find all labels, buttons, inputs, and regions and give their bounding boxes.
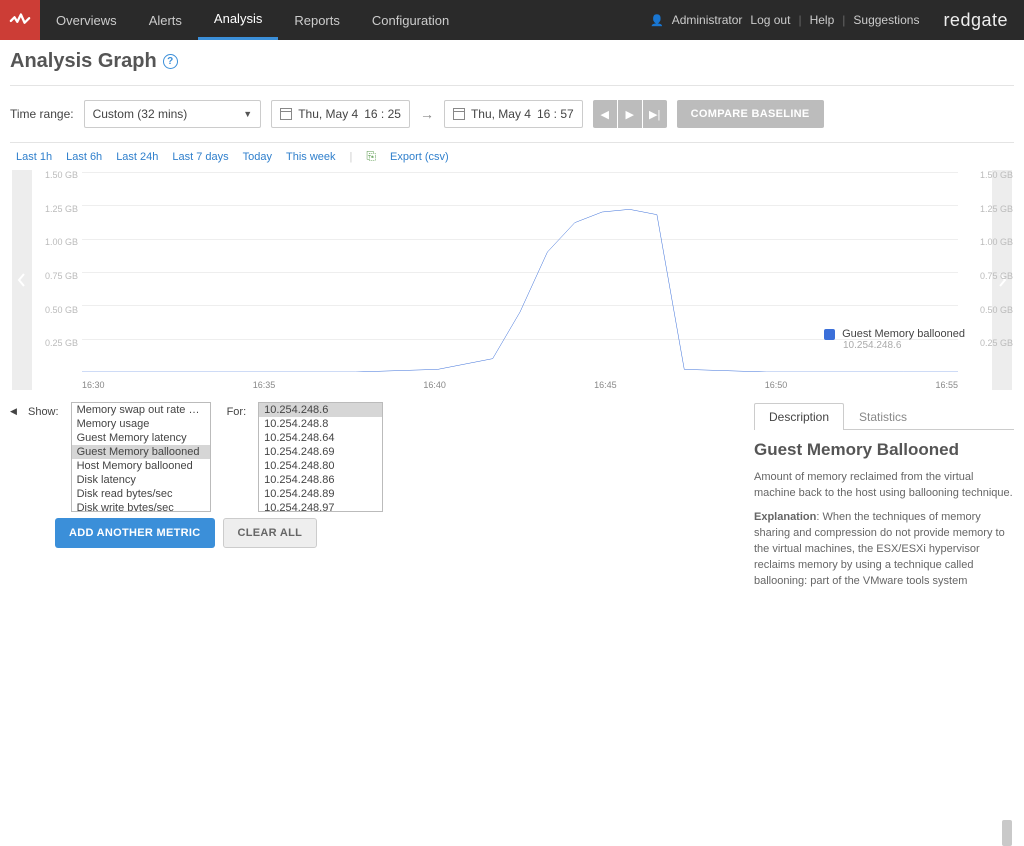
quick-link[interactable]: Today bbox=[243, 151, 272, 163]
calendar-icon bbox=[453, 108, 465, 120]
nav-item-analysis[interactable]: Analysis bbox=[198, 0, 278, 40]
host-option[interactable]: 10.254.248.6 bbox=[259, 403, 382, 417]
chart-container: 1.50 GB1.25 GB1.00 GB0.75 GB0.50 GB0.25 … bbox=[12, 170, 1012, 390]
host-option[interactable]: 10.254.248.69 bbox=[259, 445, 382, 459]
info-panel: DescriptionStatistics Guest Memory Ballo… bbox=[754, 402, 1014, 598]
y-axis-left: 1.50 GB1.25 GB1.00 GB0.75 GB0.50 GB0.25 … bbox=[38, 170, 78, 372]
compare-baseline-button[interactable]: COMPARE BASELINE bbox=[677, 100, 824, 128]
time-range-dropdown[interactable]: Custom (32 mins) ▼ bbox=[84, 100, 262, 128]
legend-swatch bbox=[824, 329, 835, 340]
show-label: Show: bbox=[28, 406, 59, 418]
calendar-icon bbox=[280, 108, 292, 120]
nav-item-alerts[interactable]: Alerts bbox=[133, 0, 198, 40]
app-header: OverviewsAlertsAnalysisReportsConfigurat… bbox=[0, 0, 1024, 40]
legend-series-name: Guest Memory ballooned bbox=[842, 328, 965, 340]
info-tab-description[interactable]: Description bbox=[754, 403, 844, 430]
host-listbox[interactable]: 10.254.248.610.254.248.810.254.248.6410.… bbox=[258, 402, 383, 512]
info-paragraph: Explanation: When the techniques of memo… bbox=[754, 510, 1014, 590]
brand-name: redgate bbox=[943, 10, 1008, 31]
to-time-value: 16 : 57 bbox=[537, 107, 574, 121]
metric-option[interactable]: Memory swap out rate bytes/sec bbox=[72, 403, 210, 417]
logout-link[interactable]: Log out bbox=[750, 13, 790, 27]
metric-listbox[interactable]: Memory swap out rate bytes/secMemory usa… bbox=[71, 402, 211, 512]
info-title: Guest Memory Ballooned bbox=[754, 440, 1014, 460]
metric-option[interactable]: Disk latency bbox=[72, 473, 210, 487]
filters-row: ◀ Show: Memory swap out rate bytes/secMe… bbox=[0, 390, 1024, 598]
nav-right: 👤 Administrator Log out | Help | Suggest… bbox=[650, 0, 1024, 40]
user-icon: 👤 bbox=[650, 14, 664, 27]
chart-scroll-left[interactable] bbox=[12, 170, 32, 390]
from-time-value: 16 : 25 bbox=[364, 107, 401, 121]
to-date-input[interactable]: Thu, May 4 16 : 57 bbox=[444, 100, 583, 128]
from-date-value: Thu, May 4 bbox=[298, 107, 358, 121]
quick-link[interactable]: Last 6h bbox=[66, 151, 102, 163]
host-option[interactable]: 10.254.248.80 bbox=[259, 459, 382, 473]
export-csv-link[interactable]: Export (csv) bbox=[390, 151, 449, 163]
to-date-value: Thu, May 4 bbox=[471, 107, 531, 121]
time-range-row: Time range: Custom (32 mins) ▼ Thu, May … bbox=[0, 86, 1024, 138]
export-icon: ⎘ bbox=[366, 149, 376, 164]
metric-option[interactable]: Memory usage bbox=[72, 417, 210, 431]
time-prev-button[interactable]: ◀ bbox=[593, 100, 617, 128]
metric-option[interactable]: Disk read bytes/sec bbox=[72, 487, 210, 501]
time-range-label: Time range: bbox=[10, 107, 74, 121]
collapse-icon[interactable]: ◀ bbox=[10, 406, 17, 417]
info-paragraph: Amount of memory reclaimed from the virt… bbox=[754, 470, 1014, 502]
metric-option[interactable]: Guest Memory ballooned bbox=[72, 445, 210, 459]
quick-link[interactable]: This week bbox=[286, 151, 336, 163]
host-option[interactable]: 10.254.248.8 bbox=[259, 417, 382, 431]
user-name[interactable]: Administrator bbox=[672, 13, 743, 27]
nav-item-configuration[interactable]: Configuration bbox=[356, 0, 465, 40]
chart-plot-area[interactable]: 1.50 GB1.25 GB1.00 GB0.75 GB0.50 GB0.25 … bbox=[32, 170, 992, 390]
for-label: For: bbox=[223, 402, 247, 598]
app-logo bbox=[0, 0, 40, 40]
metric-option[interactable]: Disk write bytes/sec bbox=[72, 501, 210, 512]
nav-item-reports[interactable]: Reports bbox=[278, 0, 356, 40]
legend-series-host: 10.254.248.6 bbox=[843, 340, 994, 351]
help-icon[interactable]: ? bbox=[163, 54, 178, 69]
x-axis: 16:3016:3516:4016:4516:5016:55 bbox=[82, 380, 958, 390]
info-tab-statistics[interactable]: Statistics bbox=[844, 403, 922, 430]
host-option[interactable]: 10.254.248.89 bbox=[259, 487, 382, 501]
quick-link[interactable]: Last 7 days bbox=[172, 151, 228, 163]
main-nav: OverviewsAlertsAnalysisReportsConfigurat… bbox=[40, 0, 465, 40]
quick-link[interactable]: Last 1h bbox=[16, 151, 52, 163]
nav-item-overviews[interactable]: Overviews bbox=[40, 0, 133, 40]
time-latest-button[interactable]: ▶| bbox=[643, 100, 667, 128]
host-option[interactable]: 10.254.248.64 bbox=[259, 431, 382, 445]
host-option[interactable]: 10.254.248.86 bbox=[259, 473, 382, 487]
from-date-input[interactable]: Thu, May 4 16 : 25 bbox=[271, 100, 410, 128]
suggestions-link[interactable]: Suggestions bbox=[853, 13, 919, 27]
quick-link[interactable]: Last 24h bbox=[116, 151, 158, 163]
time-next-button[interactable]: ▶ bbox=[618, 100, 642, 128]
chevron-down-icon: ▼ bbox=[243, 109, 252, 119]
add-another-metric-button[interactable]: ADD ANOTHER METRIC bbox=[55, 518, 215, 548]
host-option[interactable]: 10.254.248.97 bbox=[259, 501, 382, 512]
help-link[interactable]: Help bbox=[810, 13, 835, 27]
metric-option[interactable]: Host Memory ballooned bbox=[72, 459, 210, 473]
chart-legend[interactable]: Guest Memory ballooned 10.254.248.6 bbox=[824, 328, 994, 351]
arrow-right-icon: → bbox=[420, 106, 434, 122]
time-range-value: Custom (32 mins) bbox=[93, 107, 188, 121]
quick-links-row: Last 1h Last 6h Last 24h Last 7 days Today Th… bbox=[0, 143, 1024, 170]
info-tabs: DescriptionStatistics bbox=[754, 402, 1014, 430]
page-title: Analysis Graph bbox=[10, 50, 157, 73]
time-nav-group: ◀ ▶ ▶| bbox=[593, 100, 667, 128]
metric-option[interactable]: Guest Memory latency bbox=[72, 431, 210, 445]
clear-all-button[interactable]: CLEAR ALL bbox=[223, 518, 318, 548]
page-title-bar: Analysis Graph ? bbox=[0, 40, 1024, 81]
